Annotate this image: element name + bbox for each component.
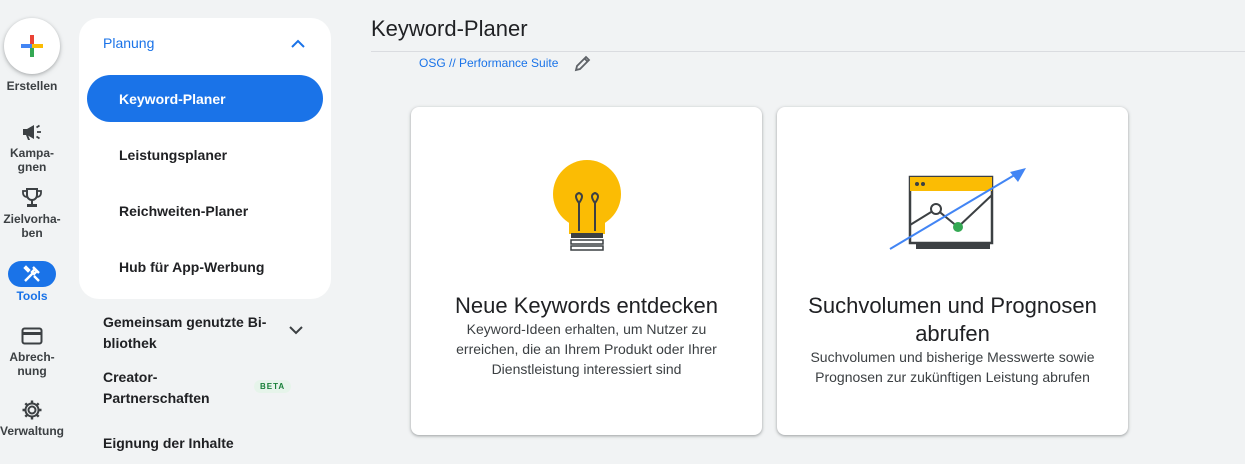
discover-keywords-card[interactable]: Neue Keywords entdecken Keyword-Ideen er… <box>411 107 762 435</box>
create-button[interactable] <box>4 18 60 74</box>
creator-partnerships-item[interactable]: Creator- Partnerschaften <box>103 367 210 409</box>
rail-label: Kampa- <box>9 146 54 160</box>
rail-label: nung <box>17 364 47 378</box>
trophy-icon <box>20 186 44 210</box>
tools-subnav: Planung Keyword-Planer Leistungsplaner R… <box>79 18 331 299</box>
credit-card-icon <box>20 324 44 348</box>
content-suitability-item[interactable]: Eignung der Inhalte <box>103 433 234 454</box>
account-name-link[interactable]: OSG // Performance Suite <box>419 56 558 70</box>
gear-icon <box>20 398 44 422</box>
rail-item-goals[interactable]: Zielvorha- ben <box>0 186 64 240</box>
rail-create-label[interactable]: Erstellen <box>0 79 64 93</box>
lightbulb-icon <box>411 157 762 257</box>
card-description: Keyword-Ideen erhalten, um Nutzer zu err… <box>456 321 717 377</box>
megaphone-icon <box>20 120 44 144</box>
rail-item-tools[interactable]: Tools <box>0 261 64 303</box>
beta-badge: BETA <box>254 380 292 393</box>
card-title: Suchvolumen und Prognosen abrufen <box>808 293 1097 346</box>
create-label: Erstellen <box>6 79 58 93</box>
subnav-item-performance-planner[interactable]: Leistungsplaner <box>119 147 227 163</box>
rail-item-billing[interactable]: Abrech- nung <box>0 324 64 378</box>
rail-label: Tools <box>16 289 48 303</box>
creator-line2: Partnerschaften <box>103 390 210 406</box>
rail-label: gnen <box>17 160 47 174</box>
creator-line1: Creator- <box>103 369 158 385</box>
shared-library-line2: bliothek <box>103 335 157 351</box>
rail-label: Zielvorha- <box>3 212 61 226</box>
rail-label: ben <box>21 226 43 240</box>
left-rail: Erstellen Kampa- gnen Zielvorha- ben Too… <box>0 0 64 464</box>
subnav-item-reach-planner[interactable]: Reichweiten-Planer <box>119 203 248 219</box>
card-description: Suchvolumen und bisherige Messwerte sowi… <box>810 349 1095 385</box>
chevron-down-icon[interactable] <box>289 322 303 340</box>
page-title: Keyword-Planer <box>371 16 528 41</box>
subnav-label: Reichweiten-Planer <box>119 203 249 219</box>
shared-library-item[interactable]: Gemeinsam genutzte Bi- bliothek <box>103 312 266 354</box>
card-title: Neue Keywords entdecken <box>455 293 718 318</box>
header-divider <box>371 51 1245 52</box>
rail-label: Abrech- <box>9 350 55 364</box>
subnav-label: Keyword-Planer <box>119 90 226 107</box>
subnav-item-app-hub[interactable]: Hub für App-Werbung <box>119 259 264 275</box>
planning-section-header[interactable]: Planung <box>103 35 154 51</box>
shared-library-line1: Gemeinsam genutzte Bi- <box>103 314 267 330</box>
rail-label: Verwaltung <box>0 424 65 438</box>
subnav-label: Hub für App-Werbung <box>119 259 265 275</box>
plus-icon <box>21 35 43 57</box>
search-volume-card[interactable]: Suchvolumen und Prognosen abrufen Suchvo… <box>777 107 1128 435</box>
subnav-label: Leistungsplaner <box>119 147 228 163</box>
subnav-item-keyword-planner[interactable]: Keyword-Planer <box>87 75 323 122</box>
rail-item-campaigns[interactable]: Kampa- gnen <box>0 120 64 174</box>
pencil-icon[interactable] <box>573 53 593 78</box>
chevron-up-icon[interactable] <box>291 36 305 54</box>
content-suitability-label: Eignung der Inhalte <box>103 435 234 451</box>
tools-icon <box>8 261 56 287</box>
rail-item-admin[interactable]: Verwaltung <box>0 398 64 438</box>
trend-chart-icon <box>777 165 1128 257</box>
